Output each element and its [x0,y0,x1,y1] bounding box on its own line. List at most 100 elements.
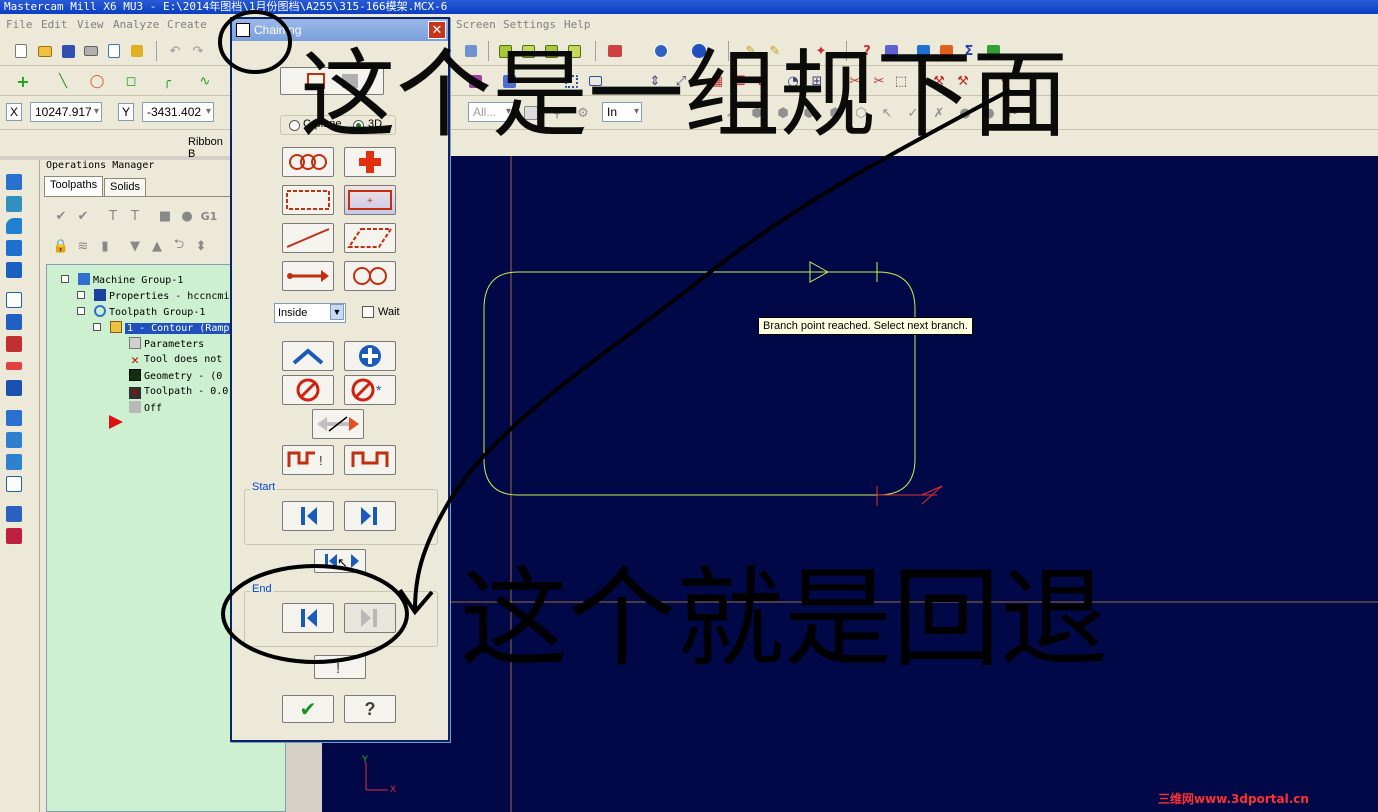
expand-icon[interactable] [77,291,85,299]
new-file-icon[interactable] [12,42,30,60]
fillet-icon[interactable]: ◻ [122,72,140,90]
print-preview-icon[interactable] [105,42,123,60]
tree-machine-group[interactable]: Machine Group-1 [61,273,183,287]
select-all-ops-icon[interactable]: ✔ [52,207,70,225]
unselect-button[interactable] [282,375,334,405]
dynamic-button[interactable]: ↖ [314,549,366,573]
drill-icon[interactable] [6,240,22,256]
end-forward-button[interactable] [344,603,396,633]
collapse-icon[interactable] [93,323,101,331]
single-button[interactable] [282,223,334,253]
menu-create[interactable]: Create [167,18,207,31]
mill-3d-icon[interactable] [6,262,22,278]
insert-arrow-marker[interactable] [109,415,123,429]
menu-settings[interactable]: Settings [503,18,556,31]
ok-button[interactable]: ✔ [282,695,334,723]
unselect-all-button[interactable]: * [344,375,396,405]
move-down-icon[interactable]: ▼ [126,237,144,255]
layout-icon[interactable] [6,506,22,522]
tree-geometry[interactable]: Geometry - (0 [129,369,222,383]
window-button[interactable] [282,185,334,215]
regen-icon[interactable]: T [104,207,122,225]
select-dirty-ops-icon[interactable]: ✔ [74,207,92,225]
cplane-radio[interactable] [289,120,300,131]
start-forward-button[interactable] [344,501,396,531]
chamfer-icon[interactable]: ╭ [158,72,176,90]
wait-checkbox[interactable] [362,306,374,318]
print-icon[interactable] [82,42,100,60]
save-icon[interactable] [59,42,77,60]
tree-tool[interactable]: ✕ Tool does not [129,353,222,367]
surface-finish-icon[interactable] [6,336,22,352]
info-button[interactable]: ! [314,655,366,679]
backplot-op-icon[interactable]: ■ [156,207,174,225]
dialog-title[interactable]: Chaining [232,19,448,41]
tree-toolpath[interactable]: ✕ Toolpath - 0.0 [129,385,228,399]
trim-op-icon[interactable] [6,454,22,470]
undo-icon[interactable]: ↶ [166,42,184,60]
options-button[interactable] [344,445,396,475]
area-button[interactable]: + [344,185,396,215]
transform-op-icon[interactable] [6,410,22,426]
scroll-icon[interactable]: ⬍ [192,237,210,255]
menu-screen[interactable]: Screen [456,18,496,31]
point-icon[interactable]: + [14,72,32,91]
menu-file[interactable]: File [6,18,33,31]
move-up-icon[interactable]: ▲ [148,237,166,255]
close-button[interactable]: ✕ [428,21,446,39]
options-end-button[interactable]: ! [282,445,334,475]
start-back-button[interactable] [282,501,334,531]
help-button[interactable]: ? [344,695,396,723]
tree-properties[interactable]: Properties - hccncmi [77,289,229,303]
chain-button[interactable] [282,147,334,177]
tree-contour-op[interactable]: 1 - Contour (Ramp [93,321,232,335]
tab-toolpaths[interactable]: Toolpaths [44,176,104,196]
tab-solids[interactable]: Solids [104,178,146,196]
menu-analyze[interactable]: Analyze [113,18,159,31]
add-button[interactable] [344,341,396,371]
end-back-button[interactable] [282,603,334,633]
partial-button[interactable] [344,261,396,291]
menu-view[interactable]: View [77,18,104,31]
verify-icon[interactable] [6,476,22,492]
line-icon[interactable]: ╲ [54,72,72,90]
stock-icon[interactable] [6,528,22,544]
mill-pocket-icon[interactable] [6,196,22,212]
menu-edit[interactable]: Edit [41,18,68,31]
nest-icon[interactable] [6,432,22,448]
wizard-icon[interactable] [128,42,146,60]
reverse-all-button[interactable] [312,409,364,439]
tree-toolpath-group[interactable]: Toolpath Group-1 [77,305,205,319]
tree-parameters[interactable]: Parameters [129,337,204,351]
mill-contour-icon[interactable] [6,174,22,190]
redo-icon[interactable]: ↷ [189,42,207,60]
y-coordinate-field[interactable]: -3431.402 [142,102,214,122]
reverse-button[interactable] [282,341,334,371]
polygon-button[interactable] [344,223,396,253]
regen-dirty-icon[interactable]: T [126,207,144,225]
lock-icon[interactable]: 🔒 [52,237,70,255]
solid-tool-icon[interactable] [6,380,22,396]
x-coordinate-field[interactable]: 10247.917 [30,102,102,122]
post-op-icon[interactable]: G1 [200,207,218,225]
collapse-icon[interactable] [77,307,85,315]
tree-off[interactable]: Off [129,401,162,415]
menu-help[interactable]: Help [564,18,591,31]
toggle-display-icon[interactable]: ≋ [74,237,92,255]
circle-mill-icon[interactable] [6,292,22,308]
insert-arrow-icon[interactable]: ⮌ [170,237,188,255]
vector-button[interactable] [282,261,334,291]
mill-face-icon[interactable] [6,218,22,234]
annotation-bottom-text: 这个就是回退 [460,557,1109,682]
single-point-button[interactable] [344,147,396,177]
chevron-down-icon[interactable]: ▼ [330,304,344,320]
graphics-viewport[interactable]: Y X [322,156,1378,812]
spline-icon[interactable]: ∿ [196,72,214,90]
open-file-icon[interactable] [36,42,54,60]
verify-op-icon[interactable]: ● [178,207,196,225]
surface-rough-icon[interactable] [6,314,22,330]
wireframe-icon[interactable] [6,362,22,370]
toggle-post-icon[interactable]: ▮ [96,237,114,255]
collapse-icon[interactable] [61,275,69,283]
arc-icon[interactable]: ◯ [88,72,106,90]
